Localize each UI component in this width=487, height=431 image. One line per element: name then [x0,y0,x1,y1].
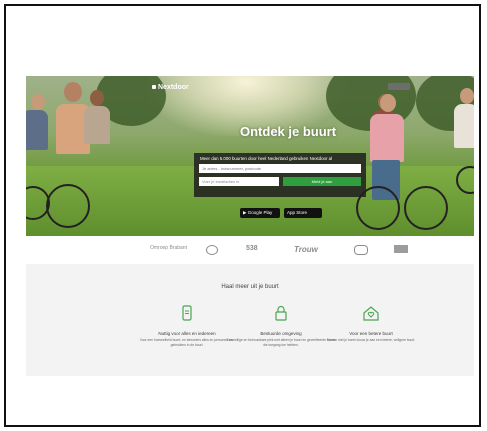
media-logo: Omroep Brabant [150,245,187,251]
media-logo [354,245,368,255]
lock-icon [275,305,287,321]
google-play-badge[interactable]: ▶ Google Play [240,208,280,218]
house-icon [152,85,156,89]
section-title: Haal meer uit je buurt [221,284,279,290]
feature-title: Voor een betere buurt [349,331,393,336]
media-logos-strip: Omroep Brabant 538 Trouw [26,236,474,264]
features-section: Haal meer uit je buurt Nuttig voor alles… [26,264,474,376]
nextdoor-logo[interactable]: Nextdoor [152,84,189,91]
address-input[interactable] [199,164,361,173]
app-store-badge[interactable]: App Store [284,208,322,218]
phone-icon [182,305,192,321]
email-input[interactable]: Voer je emailadres in [199,177,279,186]
feature-desc: Samen met je buren bouw je aan een beter… [326,338,416,342]
nextdoor-landing-page: Nextdoor Ontdek je buurt Meer dan 5.000 … [26,76,474,376]
media-logo: Trouw [294,245,318,254]
hero-banner: Nextdoor Ontdek je buurt Meer dan 5.000 … [26,76,474,236]
login-button[interactable] [388,83,410,90]
hero-title: Ontdek je buurt [240,124,337,139]
signup-form: Meer dan 5.000 buurten door heel Nederla… [194,153,366,197]
media-logo: 538 [246,245,258,252]
screenshot-frame: Nextdoor Ontdek je buurt Meer dan 5.000 … [4,4,481,427]
media-logo [206,245,218,255]
signup-intro: Meer dan 5.000 buurten door heel Nederla… [200,156,333,161]
feature-better: Voor een betere buurt Samen met je buren… [316,304,426,343]
house-heart-icon [363,306,379,321]
signup-button[interactable]: Meld je aan [283,177,361,186]
media-logo [394,245,408,253]
